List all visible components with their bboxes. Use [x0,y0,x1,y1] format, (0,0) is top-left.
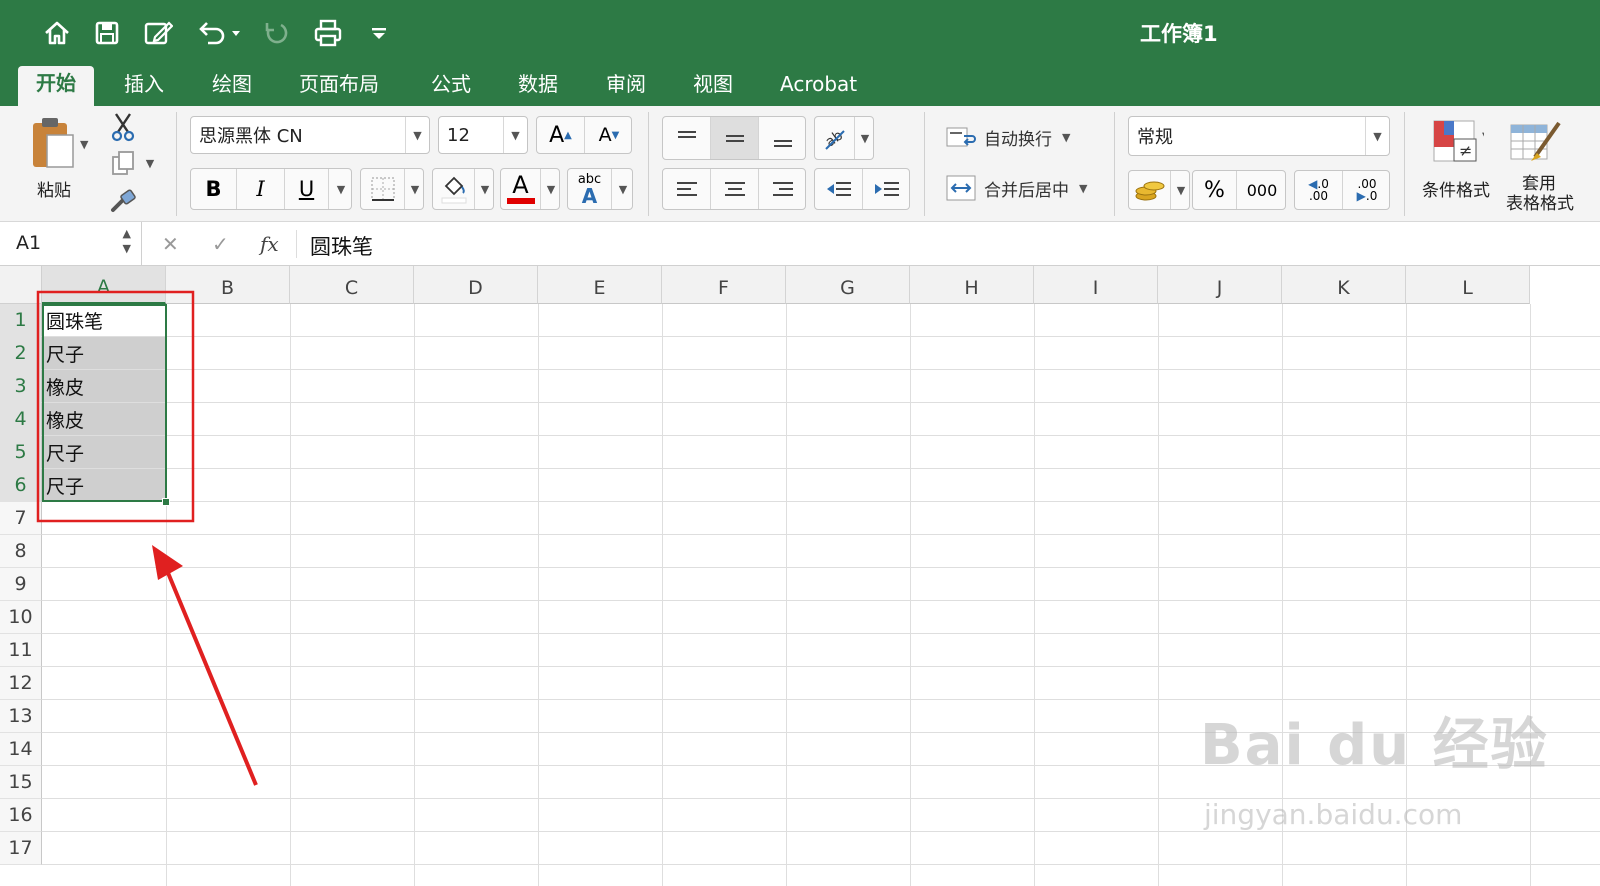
watermark-url: jingyan.baidu.com [1204,798,1463,831]
watermark-logo: Bai du 经验 [1200,713,1549,778]
annotation-arrow [164,567,258,786]
highlight-box [36,290,195,523]
